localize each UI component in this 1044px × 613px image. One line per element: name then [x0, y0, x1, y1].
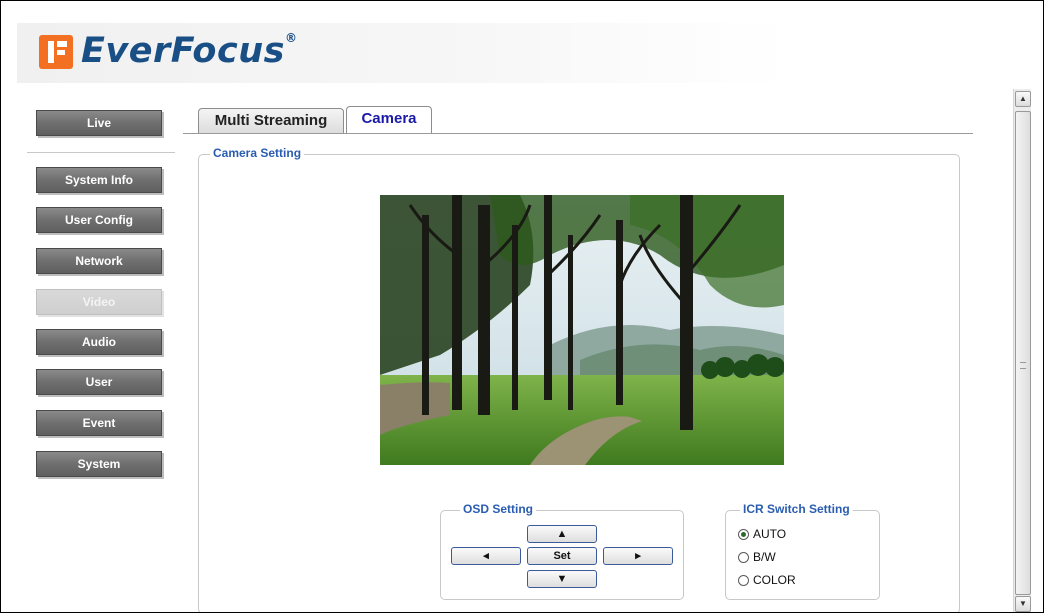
scrollbar-thumb[interactable] — [1015, 111, 1031, 595]
brand-logo-text: EverFocus® — [81, 31, 298, 71]
icr-switch-setting-group: ICR Switch Setting AUTO B/W COLOR — [725, 502, 880, 600]
sidebar-item-system[interactable]: System — [36, 451, 162, 477]
camera-setting-group: Camera Setting OSD Setting ▲ ◂ Set ▸ ▼ I… — [198, 146, 960, 612]
icr-option-bw-label: B/W — [753, 550, 776, 564]
browser-page: EverFocus® Live System Info User Config … — [0, 0, 1044, 613]
tab-camera[interactable]: Camera — [346, 106, 432, 134]
icr-option-color-label: COLOR — [753, 573, 796, 587]
camera-preview-image — [380, 195, 784, 465]
sidebar-item-network[interactable]: Network — [36, 248, 162, 274]
icr-option-bw[interactable]: B/W — [738, 550, 776, 564]
osd-down-button[interactable]: ▼ — [527, 570, 597, 588]
icr-option-auto-label: AUTO — [753, 527, 787, 541]
header: EverFocus® — [1, 1, 1043, 89]
osd-left-button[interactable]: ◂ — [451, 547, 521, 565]
radio-checked-icon[interactable] — [738, 528, 749, 540]
osd-setting-group: OSD Setting ▲ ◂ Set ▸ ▼ — [440, 502, 684, 600]
icr-switch-setting-legend: ICR Switch Setting — [740, 502, 853, 516]
sidebar-item-video[interactable]: Video — [36, 289, 162, 315]
osd-set-button[interactable]: Set — [527, 547, 597, 565]
osd-right-button[interactable]: ▸ — [603, 547, 673, 565]
camera-preview-drawing — [380, 195, 784, 465]
grip-icon — [1020, 362, 1026, 369]
tab-multi-streaming[interactable]: Multi Streaming — [198, 108, 344, 134]
tab-divider — [183, 133, 973, 134]
osd-up-button[interactable]: ▲ — [527, 525, 597, 543]
scroll-down-icon[interactable]: ▼ — [1015, 596, 1031, 612]
scroll-up-icon[interactable]: ▲ — [1015, 91, 1031, 107]
osd-setting-legend: OSD Setting — [460, 502, 537, 516]
vertical-scrollbar[interactable]: ▲ ▼ — [1013, 89, 1031, 612]
sidebar-item-event[interactable]: Event — [36, 410, 162, 436]
sidebar-divider — [27, 152, 175, 153]
radio-unchecked-icon[interactable] — [738, 574, 749, 586]
sidebar-item-user[interactable]: User — [36, 369, 162, 395]
sidebar-item-user-config[interactable]: User Config — [36, 207, 162, 233]
sidebar-item-live[interactable]: Live — [36, 110, 162, 136]
radio-unchecked-icon[interactable] — [738, 551, 749, 563]
camera-setting-legend: Camera Setting — [210, 146, 305, 160]
sidebar-item-audio[interactable]: Audio — [36, 329, 162, 355]
everfocus-logo-icon — [39, 35, 73, 69]
sidebar-item-system-info[interactable]: System Info — [36, 167, 162, 193]
icr-option-color[interactable]: COLOR — [738, 573, 796, 587]
icr-option-auto[interactable]: AUTO — [738, 527, 786, 541]
